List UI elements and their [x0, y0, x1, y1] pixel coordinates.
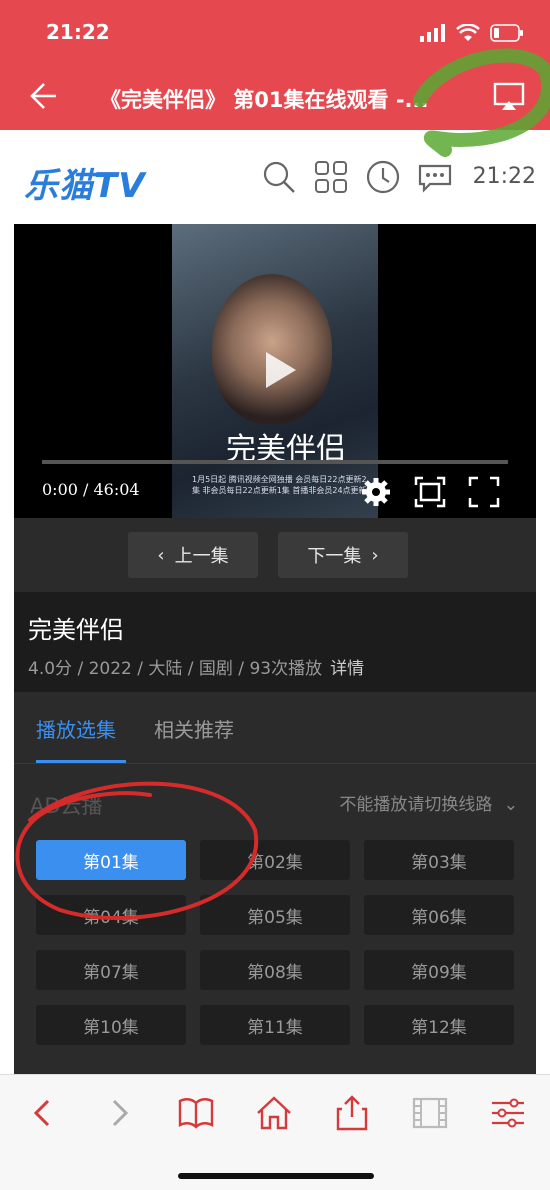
page-title: 《完美伴侣》 第01集在线观看 -... — [100, 88, 429, 112]
fullscreen-icon[interactable] — [468, 476, 500, 508]
pip-icon[interactable] — [414, 476, 446, 508]
next-episode-button[interactable]: 下一集 › — [278, 532, 408, 578]
episode-button[interactable]: 第12集 — [364, 1005, 514, 1045]
header-clock: 21:22 — [472, 164, 536, 189]
status-icons — [420, 24, 524, 42]
progress-bar[interactable] — [42, 460, 508, 464]
content-tabs: 播放选集 相关推荐 — [14, 692, 536, 764]
episode-button[interactable]: 第02集 — [200, 840, 350, 880]
prev-episode-button[interactable]: ‹ 上一集 — [128, 532, 258, 578]
grid-icon[interactable] — [314, 160, 348, 194]
episode-button[interactable]: 第05集 — [200, 895, 350, 935]
episode-button[interactable]: 第01集 — [36, 840, 186, 880]
play-icon[interactable] — [254, 346, 302, 394]
episode-button[interactable]: 第08集 — [200, 950, 350, 990]
episode-navigation: ‹ 上一集 下一集 › — [14, 518, 536, 592]
chevron-down-icon: ⌄ — [503, 795, 518, 815]
signal-icon — [420, 24, 445, 42]
home-indicator — [178, 1173, 374, 1179]
message-icon[interactable] — [418, 160, 452, 194]
tab-recommendations[interactable]: 相关推荐 — [154, 714, 234, 743]
active-tab-indicator — [36, 760, 126, 763]
show-title: 完美伴侣 — [28, 616, 124, 644]
back-arrow-icon[interactable] — [24, 78, 60, 114]
airplay-icon[interactable] — [492, 80, 526, 114]
battery-icon — [490, 24, 523, 42]
episode-button[interactable]: 第10集 — [36, 1005, 186, 1045]
status-time: 21:22 — [46, 20, 110, 44]
history-clock-icon[interactable] — [366, 160, 400, 194]
episode-button[interactable]: 第09集 — [364, 950, 514, 990]
show-info: 完美伴侣 4.0分 / 2022 / 大陆 / 国剧 / 93次播放 详情 — [14, 592, 536, 692]
status-bar: 21:22 — [0, 0, 550, 62]
show-meta: 4.0分 / 2022 / 大陆 / 国剧 / 93次播放 详情 — [28, 654, 364, 679]
episode-button[interactable]: 第07集 — [36, 950, 186, 990]
site-logo[interactable]: 乐猫TV — [24, 158, 146, 207]
share-icon[interactable] — [332, 1093, 372, 1133]
settings-sliders-icon[interactable] — [488, 1093, 528, 1133]
chevron-right-icon: › — [371, 544, 379, 566]
episode-button[interactable]: 第03集 — [364, 840, 514, 880]
episode-list: AD云播 不能播放请切换线路 ⌄ 第01集 第02集 第03集第04集 第05集 第06… — [14, 764, 536, 1074]
poster-subtitle: 1月5日起 腾讯视频全网独播 会员每日22点更新2集 非会员每日22点更新1集 … — [192, 475, 367, 495]
source-label: AD云播 — [30, 794, 103, 818]
switch-line-label: 不能播放请切换线路 — [339, 795, 493, 815]
video-player[interactable]: 完美伴侣 1月5日起 腾讯视频全网独播 会员每日22点更新2集 非会员每日22点… — [14, 224, 536, 518]
episode-button[interactable]: 第04集 — [36, 895, 186, 935]
episode-button[interactable]: 第11集 — [200, 1005, 350, 1045]
forward-icon[interactable] — [100, 1093, 140, 1133]
next-episode-label: 下一集 — [307, 546, 362, 567]
back-icon[interactable] — [22, 1093, 62, 1133]
episode-button[interactable]: 第06集 — [364, 895, 514, 935]
settings-gear-icon[interactable] — [360, 476, 392, 508]
prev-episode-label: 上一集 — [174, 546, 229, 567]
detail-link[interactable]: 详情 — [330, 659, 364, 679]
film-icon[interactable] — [410, 1093, 450, 1133]
home-icon[interactable] — [254, 1093, 294, 1133]
switch-line-dropdown[interactable]: 不能播放请切换线路 ⌄ — [339, 790, 518, 815]
bookmarks-icon[interactable] — [176, 1093, 216, 1133]
search-icon[interactable] — [262, 160, 296, 194]
wifi-icon — [456, 24, 480, 41]
tab-episodes[interactable]: 播放选集 — [36, 714, 116, 743]
show-meta-text: 4.0分 / 2022 / 大陆 / 国剧 / 93次播放 — [28, 659, 323, 679]
browser-toolbar — [0, 1074, 550, 1190]
site-header: 乐猫TV 21:22 — [0, 130, 550, 224]
browser-bar: 《完美伴侣》 第01集在线观看 -... — [0, 62, 550, 130]
chevron-left-icon: ‹ — [157, 544, 165, 566]
time-display: 0:00 / 46:04 — [42, 480, 140, 499]
